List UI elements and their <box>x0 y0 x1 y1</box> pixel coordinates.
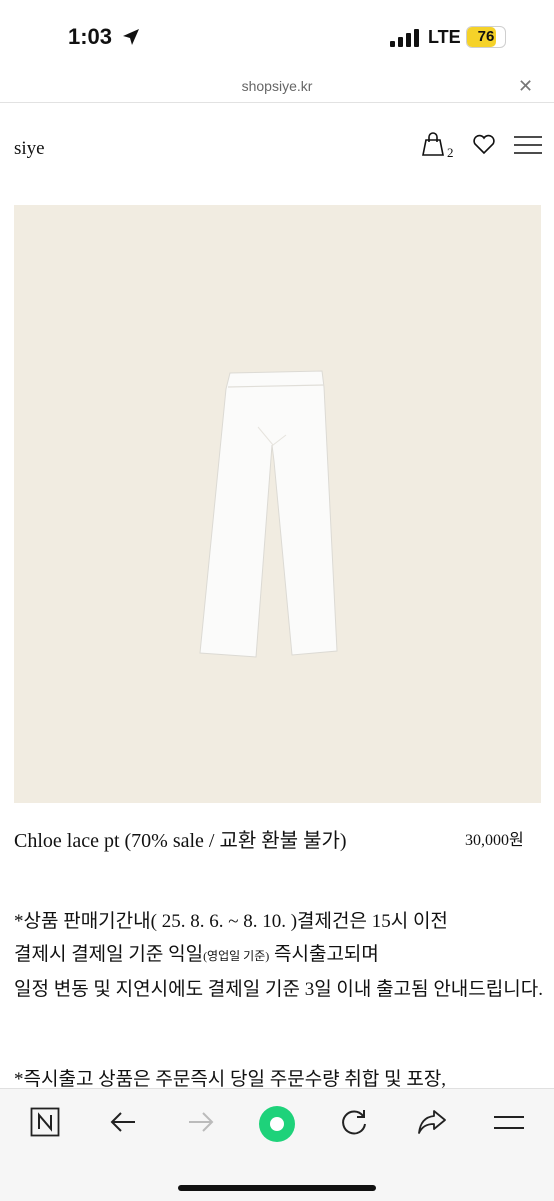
naver-home-icon[interactable] <box>30 1107 60 1137</box>
heart-icon[interactable] <box>472 133 496 155</box>
description-line: 일정 변동 및 지연시에도 결제일 기준 3일 이내 출고됨 안내드립니다. <box>14 979 543 1000</box>
battery-percent: 76 <box>477 28 495 45</box>
shopping-bag-icon[interactable] <box>420 131 446 157</box>
browser-toolbar <box>0 1088 554 1201</box>
refresh-icon[interactable] <box>339 1107 369 1137</box>
close-icon[interactable]: ✕ <box>518 76 533 97</box>
status-time: 1:03 <box>68 24 113 49</box>
cart-count: 2 <box>447 145 454 160</box>
status-bar: 1:03 LTE 76 <box>0 0 554 72</box>
back-arrow-icon[interactable] <box>108 1107 138 1137</box>
pants-illustration <box>199 370 338 658</box>
signal-icon <box>390 29 419 47</box>
menu-icon[interactable] <box>514 136 542 154</box>
product-price: 30,000원 <box>465 832 524 849</box>
url-text[interactable]: shopsiye.kr <box>0 78 554 94</box>
home-indicator <box>178 1185 376 1191</box>
share-icon[interactable] <box>416 1107 448 1137</box>
product-description: *상품 판매기간내( 25. 8. 6. ~ 8. 10. )결제건은 15시 … <box>14 905 544 1006</box>
product-image[interactable] <box>14 205 541 803</box>
url-bar[interactable]: shopsiye.kr ✕ <box>0 72 554 103</box>
description-text: 즉시출고되며 <box>269 944 379 965</box>
network-type: LTE <box>428 27 461 47</box>
location-arrow-icon <box>123 29 139 45</box>
brand-logo[interactable]: siye <box>14 138 45 160</box>
forward-arrow-icon[interactable] <box>186 1107 216 1137</box>
menu-icon[interactable] <box>494 1115 524 1131</box>
green-dot-icon[interactable] <box>257 1104 297 1144</box>
product-name: Chloe lace pt (70% sale / 교환 환불 불가) <box>14 830 347 852</box>
description-line: *상품 판매기간내( 25. 8. 6. ~ 8. 10. )결제건은 15시 … <box>14 911 448 932</box>
description-note: (영업일 기준) <box>203 949 270 963</box>
battery-icon: 76 <box>466 26 506 48</box>
description-text: 결제시 결제일 기준 익일 <box>14 944 204 965</box>
description-line: 결제시 결제일 기준 익일(영업일 기준) 즉시출고되며 <box>14 938 544 973</box>
